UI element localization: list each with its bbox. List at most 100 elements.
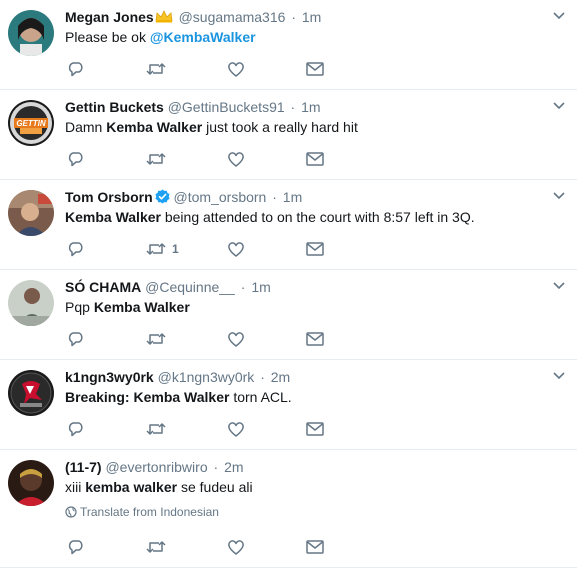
like-button[interactable] bbox=[227, 60, 245, 78]
direct-message-button[interactable] bbox=[306, 60, 324, 78]
tweet-text-plain: being attended to on the court with 8:57… bbox=[160, 209, 475, 225]
direct-message-button[interactable] bbox=[306, 538, 324, 556]
retweet-count: 1 bbox=[172, 242, 179, 256]
direct-message-button[interactable] bbox=[306, 420, 324, 438]
display-name[interactable]: Tom Orsborn bbox=[65, 189, 153, 205]
reply-icon bbox=[68, 332, 83, 347]
tweet-text-plain: torn ACL. bbox=[229, 389, 292, 405]
tweet[interactable]: k1ngn3wy0rk @k1ngn3wy0rk · 2m Breaking: … bbox=[0, 360, 577, 450]
tweet-actions bbox=[65, 420, 345, 440]
tweet-actions bbox=[65, 150, 345, 170]
tweet[interactable]: SÓ CHAMA @Cequinne__ · 1m Pqp Kemba Walk… bbox=[0, 270, 577, 360]
reply-icon bbox=[68, 242, 83, 257]
retweet-button[interactable] bbox=[146, 538, 166, 556]
like-button[interactable] bbox=[227, 150, 245, 168]
tweet-header: Tom Orsborn @tom_orsborn · 1m bbox=[65, 188, 302, 206]
chevron-down-icon[interactable] bbox=[553, 192, 565, 200]
reply-icon bbox=[68, 62, 83, 77]
tweet-text: Pqp Kemba Walker bbox=[65, 298, 190, 316]
avatar[interactable] bbox=[8, 370, 54, 416]
svg-text:GETTIN: GETTIN bbox=[16, 119, 46, 128]
reply-button[interactable] bbox=[67, 330, 85, 348]
globe-icon bbox=[65, 506, 77, 518]
heart-icon bbox=[228, 62, 244, 77]
translate-link[interactable]: Translate from Indonesian bbox=[65, 504, 219, 520]
reply-button[interactable] bbox=[67, 420, 85, 438]
tweet-actions bbox=[65, 60, 345, 80]
tweet[interactable]: (11-7) @evertonribwiro · 2m xiii kemba w… bbox=[0, 450, 577, 568]
retweet-button[interactable] bbox=[146, 330, 166, 348]
tweet-header: k1ngn3wy0rk @k1ngn3wy0rk · 2m bbox=[65, 368, 290, 386]
tweet-text-plain: Damn bbox=[65, 119, 107, 135]
handle[interactable]: @Cequinne__ bbox=[145, 279, 235, 295]
reply-button[interactable] bbox=[67, 538, 85, 556]
highlighted-term: Kemba Walker bbox=[106, 119, 203, 135]
direct-message-button[interactable] bbox=[306, 240, 324, 258]
avatar[interactable] bbox=[8, 460, 54, 506]
direct-message-button[interactable] bbox=[306, 330, 324, 348]
retweet-button[interactable]: 1 bbox=[146, 240, 179, 258]
timestamp[interactable]: 2m bbox=[271, 369, 290, 385]
tweet-text: Damn Kemba Walker just took a really har… bbox=[65, 118, 358, 136]
envelope-icon bbox=[306, 152, 324, 166]
avatar[interactable]: GETTIN bbox=[8, 100, 54, 146]
chevron-down-icon[interactable] bbox=[553, 102, 565, 110]
display-name[interactable]: SÓ CHAMA bbox=[65, 279, 141, 295]
reply-icon bbox=[68, 422, 83, 437]
timestamp[interactable]: 1m bbox=[251, 279, 270, 295]
display-name[interactable]: (11-7) bbox=[65, 459, 102, 475]
separator-dot: · bbox=[213, 459, 219, 475]
reply-button[interactable] bbox=[67, 60, 85, 78]
reply-button[interactable] bbox=[67, 150, 85, 168]
display-name[interactable]: Gettin Buckets bbox=[65, 99, 164, 115]
handle[interactable]: @k1ngn3wy0rk bbox=[158, 369, 255, 385]
avatar[interactable] bbox=[8, 280, 54, 326]
tweet[interactable]: Megan Jones @sugamama316 · 1m Please be … bbox=[0, 0, 577, 90]
reply-button[interactable] bbox=[67, 240, 85, 258]
tweet-text: Please be ok @KembaWalker bbox=[65, 28, 256, 46]
handle[interactable]: @GettinBuckets91 bbox=[168, 99, 285, 115]
tweet[interactable]: Tom Orsborn @tom_orsborn · 1m Kemba Walk… bbox=[0, 180, 577, 270]
handle[interactable]: @evertonribwiro bbox=[105, 459, 207, 475]
retweet-icon bbox=[146, 423, 166, 435]
envelope-icon bbox=[306, 242, 324, 256]
timestamp[interactable]: 1m bbox=[301, 99, 320, 115]
heart-icon bbox=[228, 332, 244, 347]
heart-icon bbox=[228, 152, 244, 167]
mention-link[interactable]: @KembaWalker bbox=[150, 29, 256, 45]
like-button[interactable] bbox=[227, 420, 245, 438]
retweet-icon bbox=[146, 333, 166, 345]
like-button[interactable] bbox=[227, 538, 245, 556]
timestamp[interactable]: 1m bbox=[302, 9, 321, 25]
chevron-down-icon[interactable] bbox=[553, 12, 565, 20]
retweet-button[interactable] bbox=[146, 420, 166, 438]
timestamp[interactable]: 1m bbox=[283, 189, 302, 205]
timestamp[interactable]: 2m bbox=[224, 459, 243, 475]
reply-icon bbox=[68, 540, 83, 555]
tweet[interactable]: GETTIN Gettin Buckets @GettinBuckets91 ·… bbox=[0, 90, 577, 180]
tweet-actions: 1 bbox=[65, 240, 345, 260]
heart-icon bbox=[228, 242, 244, 257]
highlighted-term: Kemba Walker bbox=[133, 389, 230, 405]
direct-message-button[interactable] bbox=[306, 150, 324, 168]
retweet-button[interactable] bbox=[146, 150, 166, 168]
like-button[interactable] bbox=[227, 240, 245, 258]
chevron-down-icon[interactable] bbox=[553, 372, 565, 380]
like-button[interactable] bbox=[227, 330, 245, 348]
tweet-header: Megan Jones @sugamama316 · 1m bbox=[65, 8, 321, 27]
tweet-text: xiii kemba walker se fudeu ali bbox=[65, 478, 253, 496]
retweet-icon bbox=[146, 541, 166, 553]
translate-label: Translate from Indonesian bbox=[80, 505, 219, 519]
avatar[interactable] bbox=[8, 190, 54, 236]
display-name[interactable]: Megan Jones bbox=[65, 9, 154, 25]
envelope-icon bbox=[306, 422, 324, 436]
avatar[interactable] bbox=[8, 10, 54, 56]
handle[interactable]: @sugamama316 bbox=[179, 9, 286, 25]
tweet-header: SÓ CHAMA @Cequinne__ · 1m bbox=[65, 278, 271, 296]
retweet-button[interactable] bbox=[146, 60, 166, 78]
chevron-down-icon[interactable] bbox=[553, 282, 565, 290]
tweet-actions bbox=[65, 330, 345, 350]
display-name[interactable]: k1ngn3wy0rk bbox=[65, 369, 154, 385]
retweet-icon bbox=[146, 153, 166, 165]
handle[interactable]: @tom_orsborn bbox=[174, 189, 267, 205]
